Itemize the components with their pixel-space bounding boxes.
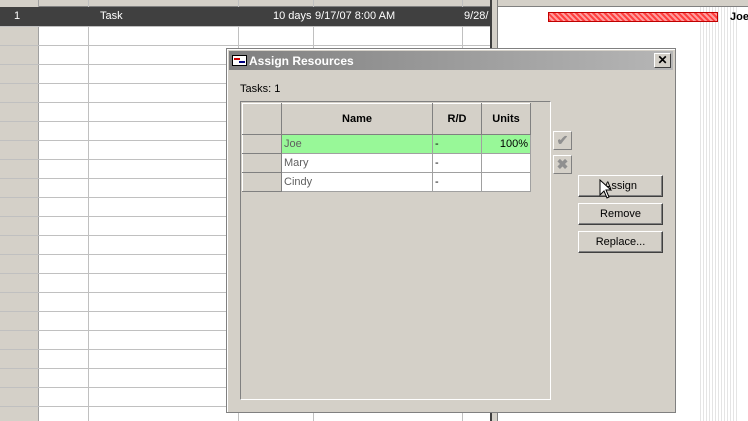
resource-units-cell[interactable] xyxy=(481,153,531,173)
remove-button[interactable]: Remove xyxy=(578,203,663,225)
assign-resources-dialog: Assign Resources ✕ Tasks: 1 Name R/D Uni… xyxy=(226,48,676,413)
task-finish: 9/28/ xyxy=(464,10,489,22)
sheet-header xyxy=(0,0,490,7)
close-icon: ✕ xyxy=(657,53,668,67)
resource-units-cell[interactable]: 100% xyxy=(481,134,531,154)
dialog-title: Assign Resources xyxy=(249,54,354,68)
app-icon xyxy=(232,55,247,66)
sheet-row-line xyxy=(0,45,490,46)
assign-button[interactable]: Assign xyxy=(578,175,663,197)
row-selector[interactable] xyxy=(242,153,282,173)
task-start: 9/17/07 8:00 AM xyxy=(315,10,396,22)
nonworking-time-shading xyxy=(698,7,738,421)
resource-name-cell[interactable]: Cindy xyxy=(281,172,433,192)
row-selector[interactable] xyxy=(242,172,282,192)
task-id: 1 xyxy=(14,10,21,22)
x-icon[interactable]: ✖ xyxy=(553,155,572,174)
row-selector[interactable] xyxy=(242,134,282,154)
task-duration: 10 days xyxy=(273,10,312,22)
gantt-resource-label: Joe xyxy=(730,11,748,23)
resource-rd-cell[interactable]: - xyxy=(432,172,482,192)
task-name: Task xyxy=(100,10,123,22)
sheet-row-line xyxy=(0,26,490,27)
task-row[interactable]: 1 Task 10 days 9/17/07 8:00 AM 9/28/ xyxy=(0,7,490,26)
gantt-task-bar[interactable] xyxy=(548,12,718,22)
grid-corner-header xyxy=(242,103,282,135)
replace-button[interactable]: Replace... xyxy=(578,231,663,253)
resource-row[interactable]: Mary - xyxy=(242,153,531,173)
resource-rd-cell[interactable]: - xyxy=(432,153,482,173)
column-divider xyxy=(88,0,89,421)
gantt-timescale-header xyxy=(498,0,748,7)
dialog-titlebar[interactable]: Assign Resources ✕ xyxy=(229,51,673,70)
resource-rd-cell[interactable]: - xyxy=(432,134,482,154)
name-column-header[interactable]: Name xyxy=(281,103,433,135)
resource-name-cell[interactable]: Mary xyxy=(281,153,433,173)
resource-row[interactable]: Cindy - xyxy=(242,172,531,192)
resource-name-cell[interactable]: Joe xyxy=(281,134,433,154)
rd-column-header[interactable]: R/D xyxy=(432,103,482,135)
resource-row[interactable]: Joe -100% xyxy=(242,134,531,154)
tasks-count-label: Tasks: 1 xyxy=(240,83,281,95)
resource-units-cell[interactable] xyxy=(481,172,531,192)
resources-grid[interactable]: Name R/D Units Joe -100% Mary - Cindy - xyxy=(240,101,551,400)
checkmark-icon[interactable]: ✔ xyxy=(553,131,572,150)
close-button[interactable]: ✕ xyxy=(654,53,671,68)
mouse-pointer-icon xyxy=(599,179,613,199)
units-column-header[interactable]: Units xyxy=(481,103,531,135)
